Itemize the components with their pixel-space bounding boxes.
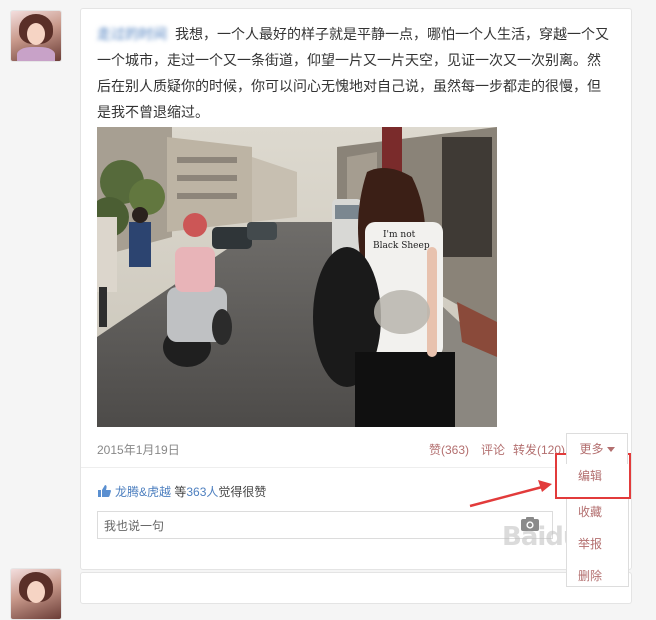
shirt-print-line1: I'm not bbox=[383, 230, 416, 240]
menu-item-favorite[interactable]: 收藏 bbox=[567, 498, 628, 526]
chevron-down-icon bbox=[606, 447, 615, 453]
menu-item-report[interactable]: 举报 bbox=[567, 530, 628, 558]
liker-name-link[interactable]: 龙腾&虎越 bbox=[115, 485, 171, 499]
shirt-print-line2: Black Sheep bbox=[373, 241, 430, 251]
avatar-face bbox=[27, 581, 45, 603]
author-name-blurred[interactable]: 走过的时间 bbox=[97, 26, 167, 42]
next-post-avatar[interactable] bbox=[10, 568, 62, 620]
post-meta-bar: 2015年1月19日 赞(363) 评论 转发(120) bbox=[97, 441, 632, 461]
likes-suffix-text: 觉得很赞 bbox=[218, 485, 267, 499]
more-dropdown-menu: 编辑 收藏 举报 删除 bbox=[555, 453, 631, 587]
post-body: 我想，一个人最好的样子就是平静一点，哪怕一个人生活，穿越一个又一个城市，走过一个… bbox=[97, 26, 609, 120]
more-button[interactable]: 更多 bbox=[566, 433, 628, 464]
likes-count-link[interactable]: 363人 bbox=[186, 485, 218, 499]
more-label: 更多 bbox=[579, 442, 604, 456]
thumbs-up-icon bbox=[98, 485, 111, 497]
avatar-shirt bbox=[17, 47, 55, 61]
like-button[interactable]: 赞(363) bbox=[429, 441, 469, 458]
divider bbox=[81, 467, 631, 468]
avatar-face bbox=[27, 23, 45, 45]
post-card: 走过的时间 我想，一个人最好的样子就是平静一点，哪怕一个人生活，穿越一个又一个城市… bbox=[80, 8, 632, 570]
next-post-card bbox=[80, 572, 632, 604]
post-date: 2015年1月19日 bbox=[97, 443, 180, 457]
post-photo[interactable]: I'm not Black Sheep bbox=[97, 127, 497, 427]
comment-input[interactable]: 我也说一句 bbox=[97, 511, 553, 539]
author-avatar[interactable] bbox=[10, 10, 62, 62]
likes-summary: 龙腾&虎越 等363人觉得很赞 bbox=[97, 483, 266, 500]
comment-button[interactable]: 评论 bbox=[481, 441, 505, 458]
camera-icon[interactable] bbox=[521, 517, 539, 531]
likes-mid-text: 等 bbox=[174, 485, 187, 499]
post-text: 走过的时间 我想，一个人最好的样子就是平静一点，哪怕一个人生活，穿越一个又一个城市… bbox=[97, 21, 612, 125]
street-photo-illustration: I'm not Black Sheep bbox=[97, 127, 497, 427]
